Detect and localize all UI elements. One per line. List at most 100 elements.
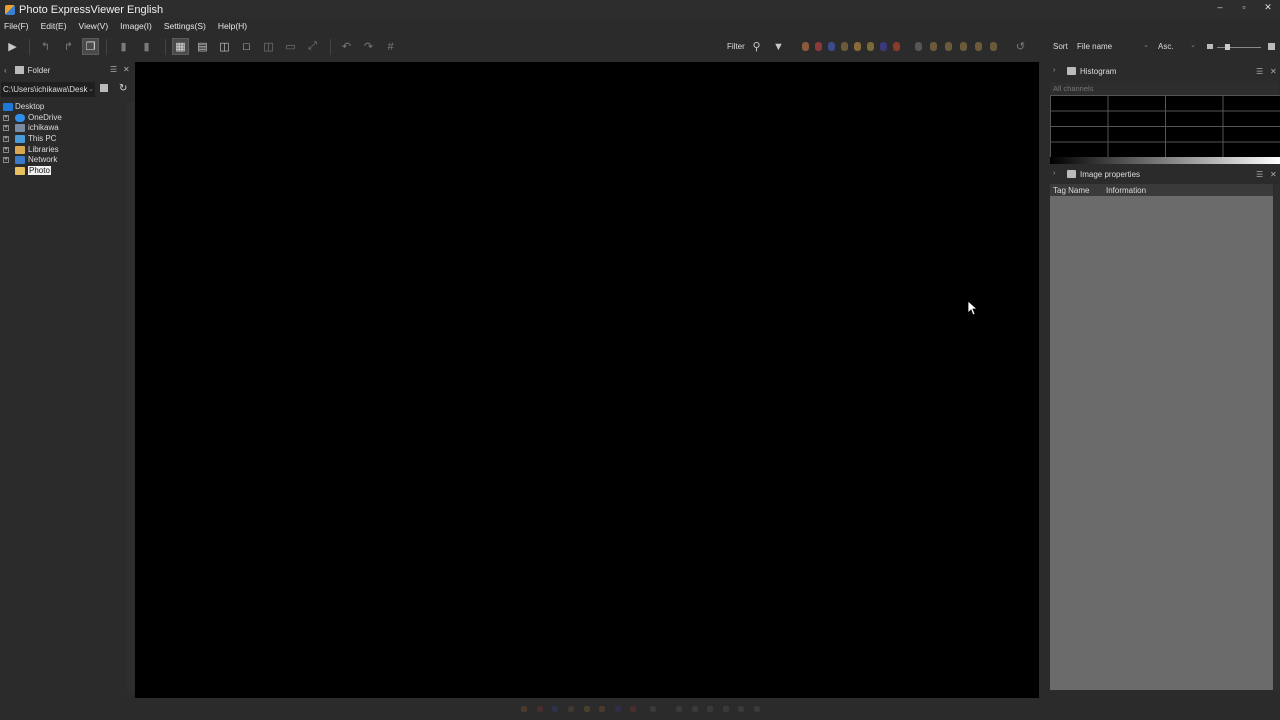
star-0-icon[interactable] [915,42,922,51]
properties-scrollbar[interactable] [1274,184,1280,690]
color-label-orange-icon[interactable] [854,42,861,51]
copy-icon[interactable]: ❐ [82,38,99,55]
color-label-yellow-icon[interactable] [841,42,848,51]
menu-settings[interactable]: Settings(S) [164,21,206,31]
rotate-right-icon[interactable]: ↷ [360,38,377,55]
reject-icon[interactable] [537,706,543,712]
label-blue-icon[interactable] [552,706,558,712]
histogram-tone-gradient [1050,157,1280,164]
minimize-button[interactable]: – [1208,0,1232,14]
image-viewer[interactable] [135,62,1039,698]
sort-order-select[interactable]: Asc. ⌄ [1155,40,1199,54]
sort-field-select[interactable]: File name ⌄ [1074,40,1152,54]
label-yellow-icon[interactable] [568,706,574,712]
split-icon[interactable]: ▭ [282,38,299,55]
tree-item-desktop[interactable]: Desktop [0,102,134,113]
move-to-icon[interactable]: ▮ [138,38,155,55]
star-2-icon[interactable] [692,706,698,712]
color-label-blue-icon[interactable] [828,42,835,51]
single-layout-icon[interactable]: □ [238,38,255,55]
histogram-channel-select[interactable]: All channels [1050,83,1278,95]
star-3-icon[interactable] [707,706,713,712]
panel-menu-icon[interactable]: ☰ [1256,67,1263,76]
forward-icon[interactable]: ↱ [60,38,77,55]
menu-help[interactable]: Help(H) [218,21,247,31]
panel-close-icon[interactable]: ✕ [1270,170,1277,179]
label-amber-icon[interactable] [599,706,605,712]
expand-icon[interactable]: + [3,114,9,121]
label-red-icon[interactable] [521,706,527,712]
label-purple-icon[interactable] [615,706,621,712]
preview-layout-icon[interactable]: ◫ [216,38,233,55]
panel-menu-icon[interactable]: ☰ [110,65,117,74]
star-5-icon[interactable] [738,706,744,712]
grid-overlay-icon[interactable]: # [382,38,399,55]
folder-tree-scrollbar[interactable] [127,102,134,692]
folder-tree: Desktop + OneDrive + ichikawa + This PC … [0,102,134,177]
thumbnail-size-slider[interactable] [1217,47,1261,48]
status-bar [0,698,1280,720]
menu-file[interactable]: File(F) [4,21,29,31]
folder-icon [15,167,25,176]
label-orange-icon[interactable] [584,706,590,712]
panel-close-icon[interactable]: ✕ [123,65,130,74]
star-3-icon[interactable] [960,42,967,51]
collapse-arrow-icon[interactable]: ‹ [4,66,7,75]
color-label-amber-icon[interactable] [867,42,874,51]
title-bar: Photo ExpressViewer English – ▫ ✕ [0,0,1280,19]
menu-image[interactable]: Image(I) [120,21,152,31]
column-tag-name[interactable]: Tag Name [1053,186,1089,195]
tree-item-network[interactable]: + Network [0,155,134,166]
table-header: Tag Name Information [1050,184,1273,196]
star-2-icon[interactable] [945,42,952,51]
tree-item-ichikawa[interactable]: + ichikawa [0,123,134,134]
expand-icon[interactable]: + [3,146,9,153]
filter-icon[interactable]: ▼ [770,38,787,55]
panel-menu-icon[interactable]: ☰ [1256,170,1263,179]
star-5-icon[interactable] [990,42,997,51]
expand-icon[interactable]: + [3,136,9,143]
slider-handle[interactable] [1225,44,1230,50]
grid-layout-icon[interactable]: ▦ [172,38,189,55]
close-button[interactable]: ✕ [1256,0,1280,14]
color-label-red-icon[interactable] [802,42,809,51]
color-label-purple-icon[interactable] [880,42,887,51]
star-1-icon[interactable] [676,706,682,712]
expand-icon[interactable]: + [3,157,9,164]
expand-icon[interactable]: + [3,125,9,132]
menu-edit[interactable]: Edit(E) [41,21,67,31]
back-icon[interactable]: ↰ [37,38,54,55]
tree-item-onedrive[interactable]: + OneDrive [0,113,134,124]
collapse-arrow-icon[interactable]: › [1053,170,1055,177]
heart-icon[interactable] [630,706,636,712]
rotate-left-icon[interactable]: ↶ [338,38,355,55]
fullscreen-icon[interactable]: ⤢ [304,38,321,55]
compare-icon[interactable]: ◫ [260,38,277,55]
tree-item-this-pc[interactable]: + This PC [0,134,134,145]
thumbnail-large-icon [1268,43,1275,50]
heart-icon[interactable] [893,42,900,51]
undo-icon[interactable] [650,706,656,712]
path-input[interactable]: C:\Users\ichikawa\Desk [1,82,95,97]
reject-icon[interactable] [815,42,822,51]
bookmark-folder-icon[interactable] [100,84,108,92]
star-clear-icon[interactable] [754,706,760,712]
chevron-down-icon[interactable]: ⌄ [88,85,94,93]
star-1-icon[interactable] [930,42,937,51]
panel-close-icon[interactable]: ✕ [1270,67,1277,76]
move-icon[interactable]: ▮ [115,38,132,55]
reset-filter-icon[interactable]: ↺ [1012,38,1029,55]
star-4-icon[interactable] [975,42,982,51]
star-4-icon[interactable] [723,706,729,712]
search-icon[interactable]: ⚲ [748,38,765,55]
refresh-icon[interactable]: ↻ [119,83,127,94]
collapse-arrow-icon[interactable]: › [1053,67,1055,74]
restore-button[interactable]: ▫ [1232,0,1256,14]
window-title: Photo ExpressViewer English [19,3,164,16]
filmstrip-layout-icon[interactable]: ▤ [194,38,211,55]
open-icon[interactable]: ▶ [4,38,21,55]
tree-item-libraries[interactable]: + Libraries [0,145,134,156]
tree-item-photo[interactable]: Photo [0,166,134,177]
menu-view[interactable]: View(V) [79,21,109,31]
column-information[interactable]: Information [1106,186,1146,195]
